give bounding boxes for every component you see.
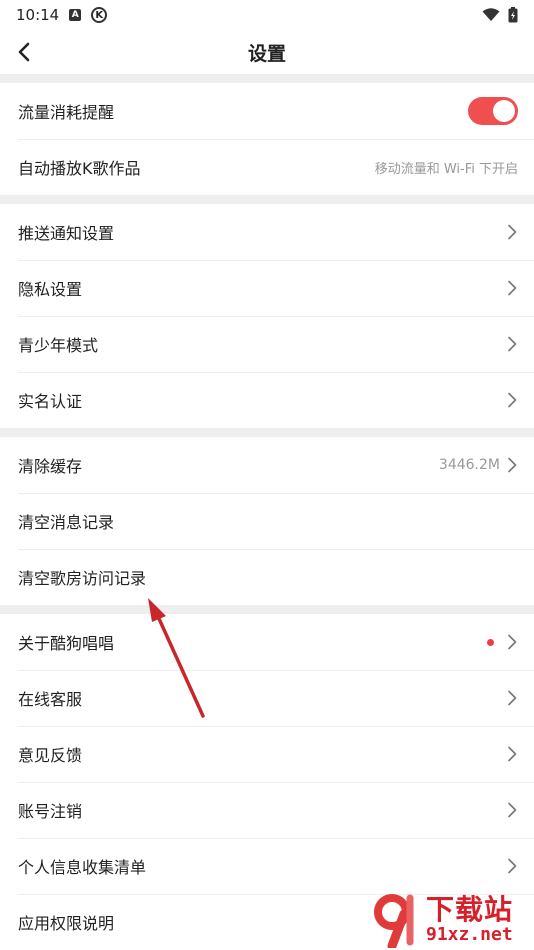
setting-row-teen-mode[interactable]: 青少年模式 — [0, 316, 534, 372]
settings-group-storage: 清除缓存 3446.2M 清空消息记录 清空歌房访问记录 — [0, 437, 534, 605]
setting-value: 移动流量和 Wi-Fi 下开启 — [374, 161, 518, 177]
section-divider — [0, 195, 534, 204]
chevron-right-icon — [508, 634, 517, 650]
setting-row-about[interactable]: 关于酷狗唱唱 — [0, 614, 534, 670]
chevron-right-icon — [508, 336, 517, 352]
setting-label: 隐私设置 — [18, 280, 83, 299]
chevron-right-icon — [508, 280, 517, 296]
chevron-right-icon — [508, 392, 517, 408]
notification-k-icon: K — [91, 7, 108, 23]
watermark-cn: 下载站 — [426, 893, 514, 926]
chevron-right-icon — [508, 224, 517, 240]
setting-label: 个人信息收集清单 — [18, 858, 147, 877]
setting-row-privacy[interactable]: 隐私设置 — [0, 260, 534, 316]
setting-label: 实名认证 — [18, 392, 83, 411]
section-divider — [0, 428, 534, 437]
update-dot-badge — [487, 638, 494, 646]
setting-row-push-notifications[interactable]: 推送通知设置 — [0, 204, 534, 260]
settings-group-account: 推送通知设置 隐私设置 青少年模式 实名认证 — [0, 204, 534, 428]
setting-row-info-collection[interactable]: 个人信息收集清单 — [0, 838, 534, 894]
chevron-right-icon — [508, 690, 517, 706]
setting-row-feedback[interactable]: 意见反馈 — [0, 726, 534, 782]
watermark-url: 91xz.net — [426, 924, 513, 945]
setting-right — [487, 634, 518, 650]
cache-size-value: 3446.2M — [438, 457, 500, 473]
chevron-right-icon — [508, 802, 517, 818]
watermark: 下载站 91xz.net — [364, 890, 534, 950]
section-divider — [0, 605, 534, 614]
setting-row-clear-messages[interactable]: 清空消息记录 — [0, 493, 534, 549]
setting-label: 应用权限说明 — [18, 914, 115, 933]
setting-label: 在线客服 — [18, 690, 83, 709]
data-usage-toggle[interactable] — [468, 97, 518, 125]
setting-row-autoplay[interactable]: 自动播放K歌作品 移动流量和 Wi-Fi 下开启 — [0, 139, 534, 195]
setting-row-delete-account[interactable]: 账号注销 — [0, 782, 534, 838]
setting-label: 关于酷狗唱唱 — [18, 634, 115, 653]
setting-label: 意见反馈 — [18, 746, 83, 765]
setting-row-customer-service[interactable]: 在线客服 — [0, 670, 534, 726]
chevron-right-icon — [508, 858, 517, 874]
notification-a-icon: A — [69, 9, 82, 21]
setting-right: 3446.2M — [439, 457, 518, 473]
page-title: 设置 — [247, 42, 286, 65]
wifi-icon — [482, 8, 500, 21]
settings-group-network: 流量消耗提醒 自动播放K歌作品 移动流量和 Wi-Fi 下开启 — [0, 83, 534, 195]
status-bar: 10:14 A K — [0, 0, 534, 30]
back-button[interactable] — [8, 36, 40, 68]
setting-row-clear-room-history[interactable]: 清空歌房访问记录 — [0, 549, 534, 605]
setting-label: 流量消耗提醒 — [18, 103, 115, 122]
setting-label: 账号注销 — [18, 802, 83, 821]
status-left: 10:14 A K — [16, 6, 108, 24]
setting-label: 青少年模式 — [18, 336, 99, 355]
setting-label: 清空消息记录 — [18, 513, 115, 532]
setting-label: 清空歌房访问记录 — [18, 569, 147, 588]
section-divider — [0, 74, 534, 83]
setting-row-data-usage-reminder[interactable]: 流量消耗提醒 — [0, 83, 534, 139]
setting-row-real-name[interactable]: 实名认证 — [0, 372, 534, 428]
chevron-right-icon — [508, 746, 517, 762]
status-right — [482, 7, 518, 23]
setting-label: 推送通知设置 — [18, 224, 115, 243]
watermark-logo-icon — [374, 894, 414, 948]
back-arrow-icon — [18, 42, 30, 62]
setting-label: 自动播放K歌作品 — [18, 159, 141, 178]
setting-label: 清除缓存 — [18, 457, 83, 476]
chevron-right-icon — [508, 457, 517, 473]
header: 设置 — [0, 30, 534, 74]
setting-row-clear-cache[interactable]: 清除缓存 3446.2M — [0, 437, 534, 493]
watermark-text: 下载站 91xz.net — [426, 896, 513, 944]
status-time: 10:14 — [16, 6, 60, 24]
battery-icon — [508, 7, 518, 23]
toggle-knob — [493, 100, 515, 122]
